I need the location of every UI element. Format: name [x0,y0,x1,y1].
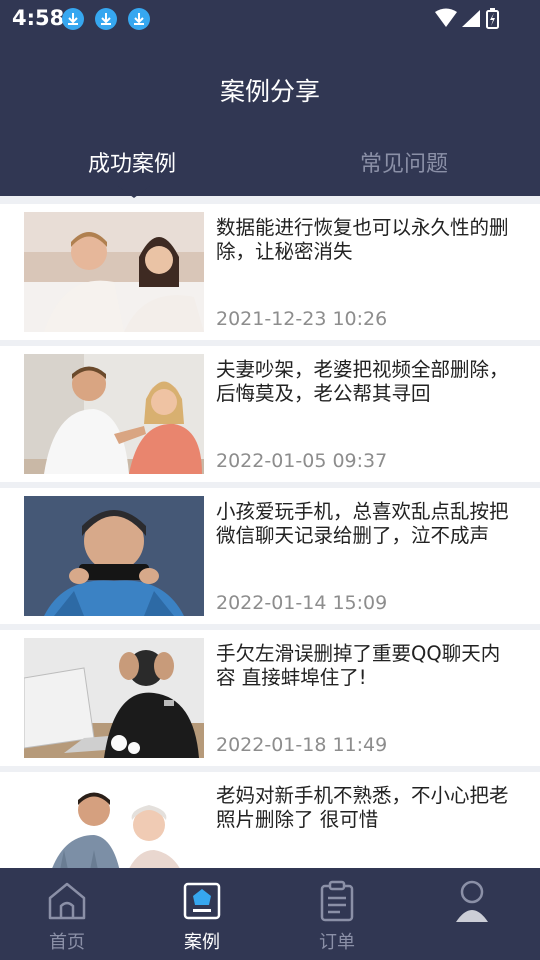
download-notification-icon [95,8,117,30]
profile-icon [456,880,488,922]
page-title: 案例分享 [219,77,320,106]
case-date: 2022-01-18 11:49 [216,734,388,756]
case-thumbnail [24,212,204,332]
nav-item-home[interactable]: 首页 [17,868,117,960]
app-header: 4:58 案例分享 成功案例 常见问题 [0,0,540,196]
case-thumbnail [24,638,204,758]
nav-item-profile[interactable] [422,868,522,960]
list-item[interactable]: 手欠左滑误删掉了重要QQ聊天内容 直接蚌埠住了! 2022-01-18 11:4… [0,630,540,766]
case-icon [183,882,221,920]
nav-label-orders: 订单 [319,932,355,953]
order-icon [320,880,354,922]
list-item[interactable]: 夫妻吵架，老婆把视频全部删除，后悔莫及，老公帮其寻回 2022-01-05 09… [0,346,540,482]
case-date: 2021-12-23 10:26 [216,308,388,330]
case-title: 老妈对新手机不熟悉，不小心把老照片删除了 很可惜 [216,784,509,831]
case-date: 2022-01-05 09:37 [216,450,388,472]
case-title: 数据能进行恢复也可以永久性的删除，让秘密消失 [216,216,509,263]
nav-label-home: 首页 [49,932,85,953]
bottom-nav: 首页 案例 订单 [0,868,540,960]
case-title: 小孩爱玩手机，总喜欢乱点乱按把微信聊天记录给删了，泣不成声 [216,500,509,547]
case-thumbnail [24,496,204,616]
wifi-icon [435,8,457,27]
nav-item-cases[interactable]: 案例 [152,868,252,960]
tab-success-cases[interactable]: 成功案例 [88,146,176,178]
system-icons [434,8,500,34]
case-thumbnail [24,354,204,474]
case-thumbnail [24,780,204,868]
tab-faq[interactable]: 常见问题 [360,146,448,178]
case-title: 夫妻吵架，老婆把视频全部删除，后悔莫及，老公帮其寻回 [216,358,509,405]
status-bar: 4:58 [0,0,540,40]
case-date: 2022-01-14 15:09 [216,592,388,614]
list-item[interactable]: 小孩爱玩手机，总喜欢乱点乱按把微信聊天记录给删了，泣不成声 2022-01-14… [0,488,540,624]
nav-label-cases: 案例 [184,932,220,953]
list-item[interactable]: 数据能进行恢复也可以永久性的删除，让秘密消失 2021-12-23 10:26 [0,204,540,340]
signal-icon [462,10,480,27]
active-tab-indicator [118,186,150,198]
home-icon [48,882,86,920]
case-title: 手欠左滑误删掉了重要QQ聊天内容 直接蚌埠住了! [216,642,501,689]
case-list[interactable]: 数据能进行恢复也可以永久性的删除，让秘密消失 2021-12-23 10:26 … [0,204,540,868]
nav-item-orders[interactable]: 订单 [287,868,387,960]
download-notification-icon [128,8,150,30]
list-item[interactable]: 老妈对新手机不熟悉，不小心把老照片删除了 很可惜 [0,772,540,868]
download-notification-icon [62,8,84,30]
status-time: 4:58 [12,6,65,30]
